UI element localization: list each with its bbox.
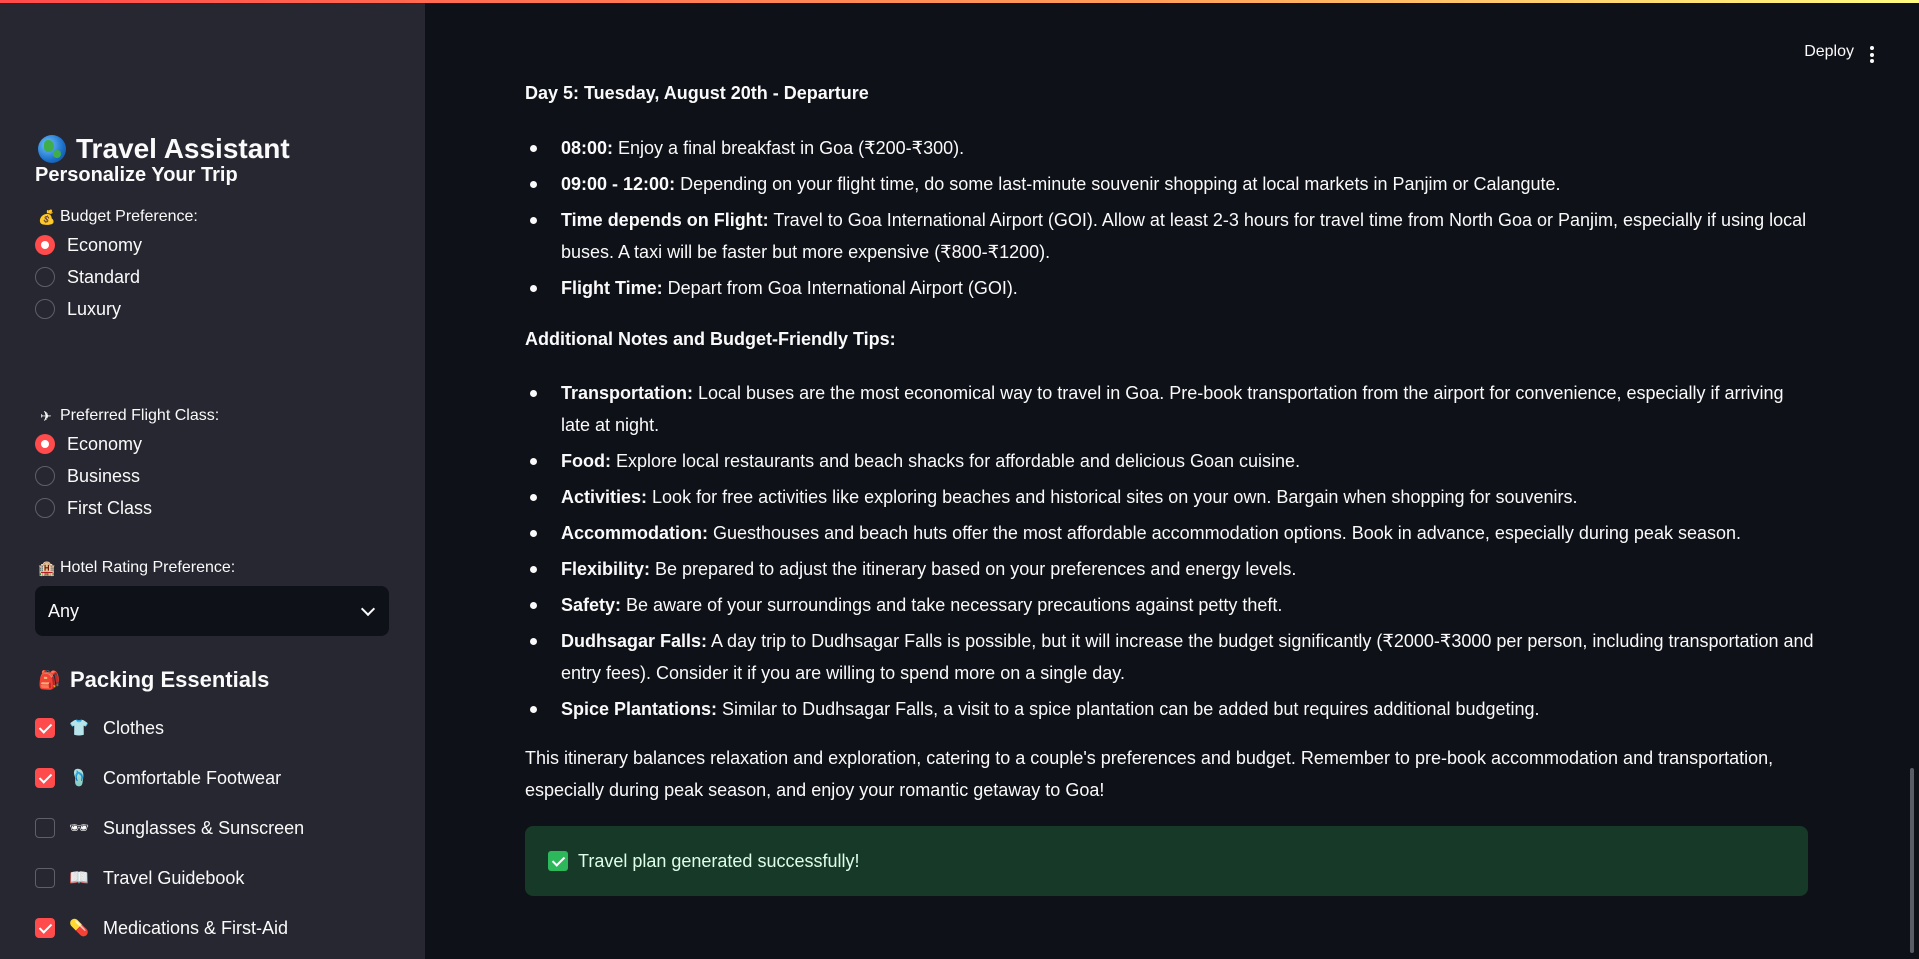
packing-item-footwear[interactable]: 🩴 Comfortable Footwear: [35, 766, 281, 790]
budget-label: 💰 Budget Preference:: [38, 208, 198, 226]
radio-label: Business: [67, 465, 141, 486]
list-item: 08:00: Enjoy a final breakfast in Goa (₹…: [525, 132, 1815, 164]
airplane-icon: ✈: [40, 408, 52, 424]
list-item: Food: Explore local restaurants and beac…: [525, 445, 1815, 477]
book-icon: 📖: [69, 870, 89, 887]
flip-flop-icon: 🩴: [69, 770, 89, 787]
success-message: Travel plan generated successfully!: [578, 850, 860, 871]
budget-label-text: Budget Preference:: [60, 208, 198, 225]
flight-class-label-text: Preferred Flight Class:: [60, 407, 220, 424]
packing-item-guidebook[interactable]: 📖 Travel Guidebook: [35, 866, 244, 890]
list-item: Time depends on Flight: Travel to Goa In…: [525, 204, 1815, 268]
hotel-rating-select[interactable]: Any: [35, 586, 389, 636]
list-item: Spice Plantations: Similar to Dudhsagar …: [525, 693, 1815, 725]
budget-option-luxury[interactable]: Luxury: [35, 297, 121, 321]
flight-option-first-class[interactable]: First Class: [35, 496, 152, 520]
radio-label: First Class: [67, 497, 152, 518]
list-item: Dudhsagar Falls: A day trip to Dudhsagar…: [525, 625, 1815, 689]
scrollbar-thumb[interactable]: [1910, 768, 1914, 953]
packing-item-medications[interactable]: 💊 Medications & First-Aid: [35, 916, 288, 940]
globe-icon: [38, 135, 66, 163]
budget-option-standard[interactable]: Standard: [35, 265, 140, 289]
notes-heading: Additional Notes and Budget-Friendly Tip…: [525, 329, 896, 349]
hotel-rating-label-text: Hotel Rating Preference:: [60, 559, 236, 576]
flight-option-business[interactable]: Business: [35, 464, 140, 488]
shirt-icon: 👕: [69, 720, 89, 737]
check-mark-icon: [548, 851, 568, 871]
app-title: Travel Assistant: [38, 133, 290, 165]
sunglasses-icon: 🕶: [69, 820, 90, 837]
flight-class-label: ✈ Preferred Flight Class:: [38, 407, 219, 425]
list-item: Flight Time: Depart from Goa Internation…: [525, 272, 1815, 304]
day-heading: Day 5: Tuesday, August 20th - Departure: [525, 83, 869, 103]
list-item: Transportation: Local buses are the most…: [525, 377, 1815, 441]
personalize-heading: Personalize Your Trip: [35, 164, 238, 186]
select-value: Any: [48, 600, 80, 621]
checkbox-label: Sunglasses & Sunscreen: [103, 817, 305, 838]
app-title-text: Travel Assistant: [76, 133, 290, 164]
packing-heading-text: Packing Essentials: [70, 667, 270, 692]
day-list: 08:00: Enjoy a final breakfast in Goa (₹…: [525, 132, 1815, 308]
radio-selected[interactable]: [35, 434, 55, 454]
main-content: Deploy Day 5: Tuesday, August 20th - Dep…: [425, 3, 1919, 959]
closing-paragraph: This itinerary balances relaxation and e…: [525, 748, 1774, 800]
packing-item-clothes[interactable]: 👕 Clothes: [35, 716, 164, 740]
checkbox-label: Clothes: [103, 717, 165, 738]
hotel-icon: 🏨: [38, 560, 56, 576]
deploy-button[interactable]: Deploy: [1804, 43, 1854, 61]
list-item: Safety: Be aware of your surroundings an…: [525, 589, 1815, 621]
list-item: Activities: Look for free activities lik…: [525, 481, 1815, 513]
notes-list: Transportation: Local buses are the most…: [525, 377, 1815, 729]
radio-unselected[interactable]: [35, 498, 55, 518]
success-alert: Travel plan generated successfully!: [525, 826, 1808, 896]
radio-unselected[interactable]: [35, 299, 55, 319]
packing-item-sunglasses[interactable]: 🕶 Sunglasses & Sunscreen: [35, 816, 304, 840]
more-menu-icon[interactable]: [1870, 46, 1874, 63]
radio-label: Economy: [67, 433, 143, 454]
sidebar: Travel Assistant Personalize Your Trip 💰…: [5, 3, 425, 959]
radio-selected[interactable]: [35, 235, 55, 255]
budget-option-economy[interactable]: Economy: [35, 233, 142, 257]
flight-option-economy[interactable]: Economy: [35, 432, 142, 456]
money-bag-icon: 💰: [38, 209, 56, 225]
hotel-rating-label: 🏨 Hotel Rating Preference:: [38, 559, 235, 577]
list-item: 09:00 - 12:00: Depending on your flight …: [525, 168, 1815, 200]
checkbox-unchecked[interactable]: [35, 868, 55, 888]
checkbox-checked[interactable]: [35, 768, 55, 788]
chevron-down-icon: [360, 601, 376, 616]
checkbox-label: Medications & First-Aid: [103, 917, 289, 938]
radio-unselected[interactable]: [35, 466, 55, 486]
radio-label: Economy: [67, 234, 143, 255]
list-item: Flexibility: Be prepared to adjust the i…: [525, 553, 1815, 585]
checkbox-checked[interactable]: [35, 918, 55, 938]
radio-label: Standard: [67, 266, 141, 287]
backpack-icon: 🎒: [38, 670, 61, 690]
checkbox-label: Comfortable Footwear: [103, 767, 282, 788]
radio-unselected[interactable]: [35, 267, 55, 287]
packing-heading: 🎒 Packing Essentials: [38, 667, 269, 693]
checkbox-checked[interactable]: [35, 718, 55, 738]
radio-label: Luxury: [67, 298, 122, 319]
checkbox-label: Travel Guidebook: [103, 867, 245, 888]
top-decoration-bar: [0, 0, 1919, 3]
checkbox-unchecked[interactable]: [35, 818, 55, 838]
list-item: Accommodation: Guesthouses and beach hut…: [525, 517, 1815, 549]
pill-icon: 💊: [69, 920, 89, 937]
